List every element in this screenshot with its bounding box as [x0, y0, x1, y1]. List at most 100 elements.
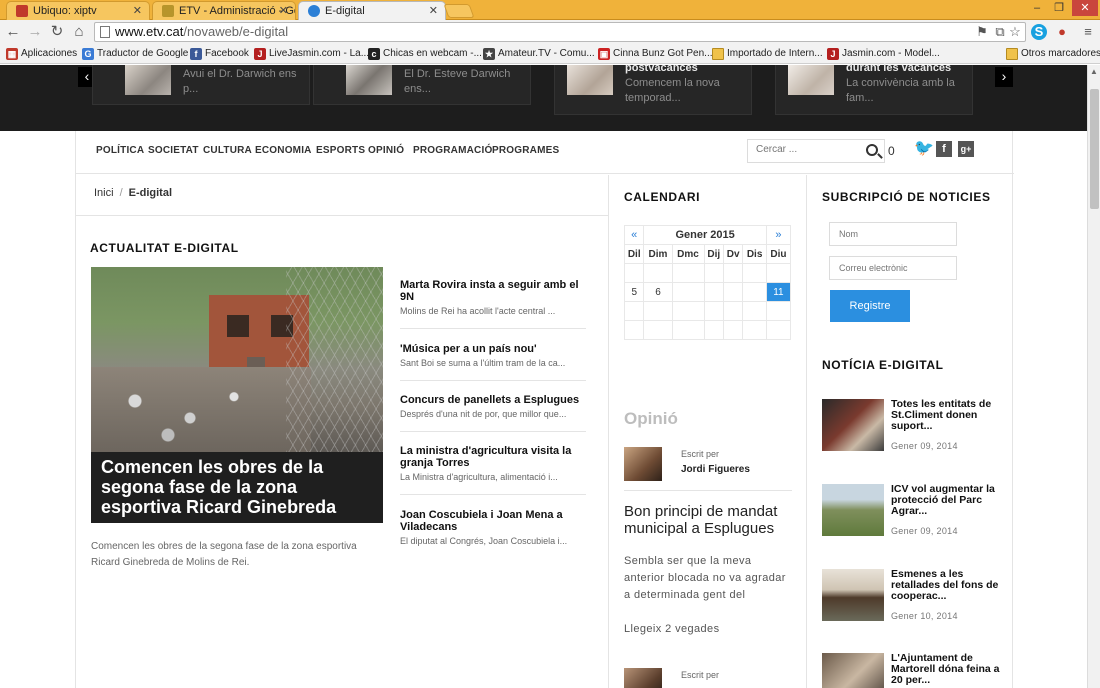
- news-excerpt: Molins de Rei ha acollit l'acte central …: [400, 306, 556, 316]
- calendar-day[interactable]: 6: [643, 282, 673, 302]
- slider-next-button[interactable]: ›: [995, 67, 1013, 87]
- breadcrumb-home[interactable]: Inici: [94, 187, 114, 199]
- featured-title[interactable]: Comencen les obres de la segona fase de …: [91, 452, 383, 523]
- author-avatar[interactable]: [624, 668, 662, 688]
- calendar-day: [671, 320, 705, 340]
- side-news-photo[interactable]: [822, 399, 884, 451]
- google-plus-icon[interactable]: g+: [958, 141, 974, 157]
- browser-tab-e-digital[interactable]: E-digital ✕: [298, 1, 446, 21]
- facebook-icon[interactable]: f: [936, 141, 952, 157]
- news-item[interactable]: 'Música per a un país nou' Sant Boi se s…: [400, 343, 586, 381]
- bookmark-livejasmin[interactable]: J LiveJasmin.com - La...: [254, 47, 369, 61]
- calendar-day: [671, 301, 705, 321]
- page-scrollbar[interactable]: ▲: [1087, 65, 1100, 688]
- tab-close-icon[interactable]: ✕: [133, 2, 142, 20]
- extension-icon[interactable]: ●: [1054, 24, 1070, 40]
- bookmark-amateur-tv[interactable]: ★ Amateur.TV - Comu...: [483, 47, 595, 61]
- menu-icon[interactable]: ≡: [1080, 24, 1096, 40]
- calendar-day: [623, 263, 645, 283]
- translate-icon[interactable]: ⚑: [974, 24, 990, 40]
- bookmark-importado[interactable]: Importado de Intern...: [712, 47, 823, 61]
- nav-economia[interactable]: ECONOMIA: [255, 145, 312, 156]
- nav-programacio[interactable]: PROGRAMACIÓ: [413, 145, 492, 156]
- news-item[interactable]: Concurs de panellets a Esplugues Després…: [400, 394, 586, 432]
- bookmark-apps[interactable]: ▦ Aplicaciones: [6, 47, 77, 61]
- tab-close-icon[interactable]: ✕: [279, 2, 288, 20]
- bookmark-star-icon[interactable]: ☆: [1007, 24, 1023, 40]
- news-title[interactable]: Concurs de panellets a Esplugues: [400, 394, 586, 406]
- photo-fence: [286, 267, 383, 452]
- slider-card[interactable]: Avui el Dr. Darwich ens p...: [92, 65, 310, 105]
- calendar-prev-button[interactable]: «: [623, 225, 645, 245]
- calendar-day: [765, 263, 792, 283]
- reload-icon[interactable]: ↻: [48, 23, 66, 41]
- calendar-day-today[interactable]: 11: [765, 282, 792, 302]
- bookmark-other[interactable]: Otros marcadores: [1006, 47, 1100, 61]
- close-window-icon[interactable]: ✕: [1072, 0, 1098, 16]
- news-title[interactable]: 'Música per a un país nou': [400, 343, 586, 355]
- name-field[interactable]: [829, 222, 957, 246]
- author-name[interactable]: Jordi Figueres: [681, 464, 750, 475]
- news-title[interactable]: Marta Rovira insta a seguir amb el 9N: [400, 279, 586, 303]
- email-field[interactable]: [829, 256, 957, 280]
- news-title[interactable]: Joan Coscubiela i Joan Mena a Viladecans: [400, 509, 586, 533]
- tab-close-icon[interactable]: ✕: [429, 2, 438, 20]
- slider-card[interactable]: postvacances Comencem la nova temporad..…: [554, 62, 752, 115]
- address-bar[interactable]: www.etv.cat/novaweb/e-digital: [94, 22, 1026, 42]
- news-item[interactable]: Marta Rovira insta a seguir amb el 9N Mo…: [400, 279, 586, 329]
- skype-icon[interactable]: S: [1031, 24, 1047, 40]
- news-item[interactable]: Joan Coscubiela i Joan Mena a Viladecans…: [400, 509, 586, 549]
- back-arrow-icon[interactable]: ←: [4, 23, 22, 41]
- twitter-icon[interactable]: 🐦: [914, 141, 934, 157]
- opinion-author[interactable]: Escrit per: [624, 668, 792, 688]
- nav-programes[interactable]: PROGRAMES: [492, 145, 559, 156]
- bookmark-jasmin[interactable]: J Jasmin.com - Model...: [827, 47, 940, 61]
- featured-article[interactable]: Comencen les obres de la segona fase de …: [91, 267, 383, 523]
- minimize-icon[interactable]: –: [1026, 0, 1048, 16]
- browser-tab-etv-admin[interactable]: ETV - Administració - Ges ✕: [152, 1, 296, 20]
- nav-opinio[interactable]: OPINIÓ: [368, 145, 404, 156]
- new-tab-button[interactable]: [443, 4, 475, 18]
- side-news-headline[interactable]: Totes les entitats de St.Climent donen s…: [891, 399, 1001, 432]
- nav-societat[interactable]: SOCIETAT: [148, 145, 199, 156]
- news-title[interactable]: La ministra d'agricultura visita la gran…: [400, 445, 586, 469]
- side-news-photo[interactable]: [822, 569, 884, 621]
- featured-photo[interactable]: [91, 267, 383, 452]
- bookmark-google-translate[interactable]: G Traductor de Google: [82, 47, 188, 61]
- slider-card[interactable]: durant les vacances La convivència amb l…: [775, 62, 973, 115]
- page-action-icon[interactable]: ⧉: [992, 24, 1008, 40]
- side-news-item[interactable]: Totes les entitats de St.Climent donen s…: [822, 399, 1002, 459]
- bookmark-chicas[interactable]: c Chicas en webcam -...: [368, 47, 482, 61]
- forward-arrow-icon[interactable]: →: [26, 23, 44, 41]
- search-input[interactable]: [756, 144, 856, 155]
- calendar-day: [742, 301, 767, 321]
- calendar-day[interactable]: 5: [623, 282, 645, 302]
- nav-cultura[interactable]: CULTURA: [203, 145, 252, 156]
- side-news-photo[interactable]: [822, 484, 884, 536]
- nav-esports[interactable]: ESPORTS: [316, 145, 365, 156]
- side-news-item[interactable]: ICV vol augmentar la protecció del Parc …: [822, 484, 1002, 544]
- home-icon[interactable]: ⌂: [70, 23, 88, 41]
- browser-tab-ubiquo[interactable]: Ubiquo: xiptv ✕: [6, 1, 150, 20]
- opinion-author[interactable]: Escrit per Jordi Figueres: [624, 447, 792, 481]
- register-button[interactable]: Registre: [830, 290, 910, 322]
- calendar-next-button[interactable]: »: [765, 225, 792, 245]
- bookmark-cinna[interactable]: ▣ Cinna Bunz Got Pen...: [598, 47, 713, 61]
- author-avatar[interactable]: [624, 447, 662, 481]
- nav-politica[interactable]: POLÍTICA: [96, 145, 144, 156]
- url-host: www.etv.cat: [115, 24, 184, 39]
- news-item[interactable]: La ministra d'agricultura visita la gran…: [400, 445, 586, 495]
- side-news-photo[interactable]: [822, 653, 884, 688]
- side-news-headline[interactable]: L'Ajuntament de Martorell dóna feina a 2…: [891, 653, 1001, 686]
- side-news-item[interactable]: Esmenes a les retallades del fons de coo…: [822, 569, 1002, 629]
- scroll-up-icon[interactable]: ▲: [1090, 67, 1098, 76]
- side-news-headline[interactable]: Esmenes a les retallades del fons de coo…: [891, 569, 1001, 602]
- opinion-headline[interactable]: Bon principi de mandat municipal a Esplu…: [624, 503, 796, 537]
- scroll-thumb[interactable]: [1090, 89, 1099, 209]
- side-news-headline[interactable]: ICV vol augmentar la protecció del Parc …: [891, 484, 1001, 517]
- restore-icon[interactable]: ❐: [1048, 0, 1070, 16]
- side-news-item[interactable]: L'Ajuntament de Martorell dóna feina a 2…: [822, 653, 1002, 688]
- search-icon[interactable]: [866, 144, 878, 156]
- slider-card[interactable]: El Dr. Esteve Darwich ens...: [313, 65, 531, 105]
- bookmark-facebook[interactable]: f Facebook: [190, 47, 249, 61]
